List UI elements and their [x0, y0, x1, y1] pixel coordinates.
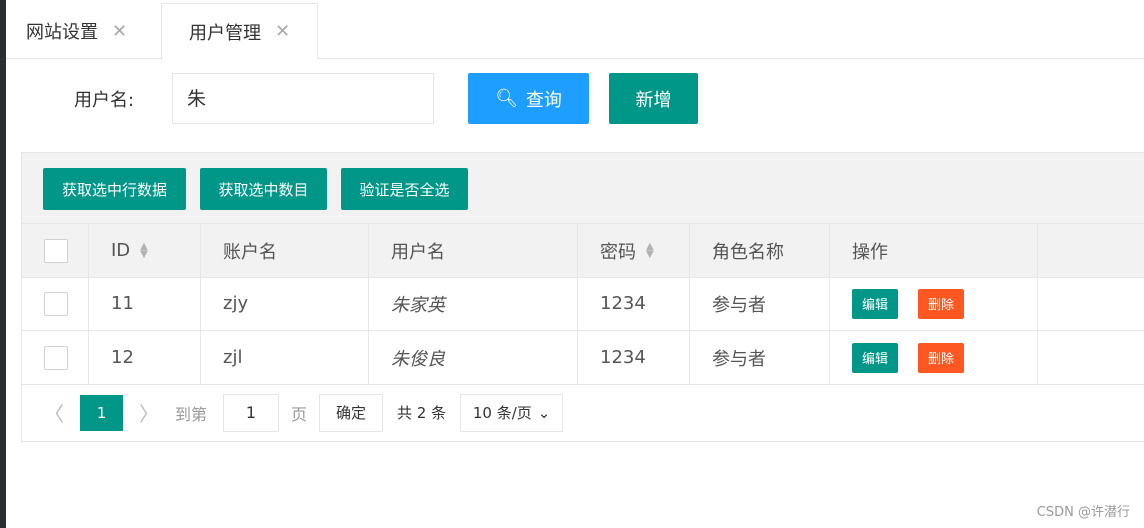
pagination: 〈 1 〉 到第 1 页 确定 共 2 条 10 条/页 ⌄	[22, 385, 1144, 440]
header-account: 账户名	[201, 224, 369, 277]
header-label: 用户名	[391, 241, 445, 263]
cell-actions: 编辑 删除	[830, 331, 1038, 384]
page-input[interactable]: 1	[223, 393, 280, 432]
table-row[interactable]: 11 zjy 朱家英 1234 参与者 编辑 删除	[22, 277, 1144, 331]
edit-button[interactable]: 编辑	[852, 288, 898, 319]
cell-role: 参与者	[690, 277, 830, 330]
header-label: 操作	[852, 241, 888, 263]
header-id[interactable]: ID ▲ ▼	[89, 224, 201, 277]
header-label: 角色名称	[712, 241, 784, 263]
page-size-value: 10 条/页	[472, 404, 532, 422]
tab-site-settings[interactable]: 网站设置 ✕	[26, 4, 127, 58]
cell-account: zjl	[201, 331, 369, 384]
add-button[interactable]: 新增	[609, 73, 698, 124]
chevron-down-icon: ⌄	[537, 403, 551, 422]
header-label: ID	[111, 240, 131, 261]
select-all-cell	[22, 224, 89, 277]
next-page-icon[interactable]: 〉	[139, 398, 159, 427]
cell-actions: 编辑 删除	[830, 277, 1038, 330]
header-role: 角色名称	[690, 224, 830, 277]
cell-password: 1234	[578, 277, 690, 330]
table-toolbar: 获取选中行数据 获取选中数目 验证是否全选	[22, 153, 1144, 224]
window-edge	[0, 0, 6, 528]
cell-username: 朱俊良	[369, 331, 578, 384]
tab-label: 用户管理	[188, 22, 261, 44]
goto-label: 到第	[175, 404, 208, 424]
header-actions: 操作	[830, 224, 1038, 277]
search-icon: 🔍︎	[495, 88, 518, 109]
edit-button[interactable]: 编辑	[852, 342, 898, 373]
query-button[interactable]: 🔍︎ 查询	[468, 73, 589, 124]
total-count: 共 2 条	[397, 404, 447, 422]
header-label: 账户名	[223, 241, 277, 263]
page-size-select[interactable]: 10 条/页 ⌄	[460, 393, 564, 432]
get-selected-count-button[interactable]: 获取选中数目	[200, 168, 327, 210]
cell-id: 12	[89, 331, 201, 384]
select-all-checkbox[interactable]	[44, 238, 68, 263]
username-input[interactable]: 朱	[172, 73, 434, 124]
page-unit: 页	[291, 404, 308, 424]
cell-password: 1234	[578, 331, 690, 384]
tab-label: 网站设置	[26, 22, 98, 43]
close-icon[interactable]: ✕	[112, 21, 127, 42]
header-password[interactable]: 密码 ▲ ▼	[578, 224, 690, 277]
watermark: CSDN @许潜行	[1036, 505, 1130, 520]
prev-page-icon[interactable]: 〈	[44, 398, 64, 427]
cell-id: 11	[89, 277, 201, 330]
user-table: 获取选中行数据 获取选中数目 验证是否全选 ID ▲ ▼ 账户名 用户名 密码 ▲ ▼ …	[21, 152, 1144, 442]
header-label: 密码	[600, 241, 636, 263]
sort-icon[interactable]: ▲ ▼	[646, 241, 654, 259]
row-select-cell	[22, 331, 89, 384]
check-all-selected-button[interactable]: 验证是否全选	[341, 168, 468, 210]
row-checkbox[interactable]	[44, 345, 68, 370]
delete-button[interactable]: 删除	[918, 288, 964, 319]
tab-user-management[interactable]: 用户管理 ✕	[161, 3, 318, 60]
cell-account: zjy	[201, 277, 369, 330]
row-select-cell	[22, 277, 89, 330]
query-label: 查询	[525, 89, 562, 111]
close-icon[interactable]: ✕	[275, 21, 290, 42]
sort-icon[interactable]: ▲ ▼	[140, 241, 148, 259]
row-checkbox[interactable]	[44, 291, 68, 316]
delete-button[interactable]: 删除	[918, 342, 964, 373]
table-row[interactable]: 12 zjl 朱俊良 1234 参与者 编辑 删除	[22, 331, 1144, 385]
cell-username: 朱家英	[369, 277, 578, 330]
username-label: 用户名:	[74, 90, 135, 111]
get-selected-rows-button[interactable]: 获取选中行数据	[43, 168, 186, 210]
table-header: ID ▲ ▼ 账户名 用户名 密码 ▲ ▼ 角色名称 操作	[22, 224, 1144, 278]
page-1[interactable]: 1	[80, 394, 123, 431]
cell-role: 参与者	[690, 331, 830, 384]
tab-bar: 网站设置 ✕ 用户管理 ✕	[6, 0, 1144, 60]
confirm-button[interactable]: 确定	[319, 393, 384, 432]
header-username: 用户名	[369, 224, 578, 277]
